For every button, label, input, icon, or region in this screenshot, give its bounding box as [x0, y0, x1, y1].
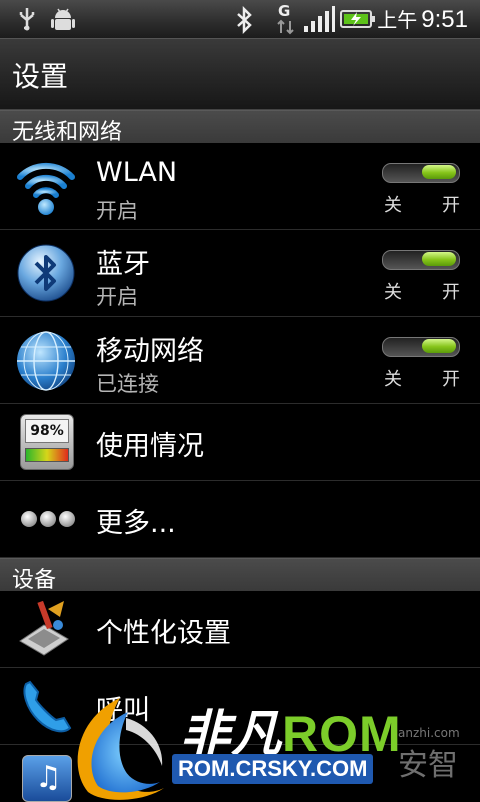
battery-charging-icon — [340, 10, 375, 28]
section-header-wireless: 无线和网络 — [0, 110, 480, 145]
watermark-partner-url: anzhi.com — [398, 726, 460, 740]
status-bar: G 上午 9:51 — [0, 0, 480, 39]
mobile-network-status: 已连接 — [96, 372, 159, 396]
status-time: 上午 9:51 — [377, 6, 468, 33]
settings-row-personalize[interactable]: 个性化设置 — [0, 591, 480, 668]
wifi-icon — [17, 162, 75, 215]
bluetooth-globe-icon — [17, 244, 75, 302]
globe-icon — [17, 331, 75, 391]
personalize-icon — [19, 600, 69, 656]
usage-label: 使用情况 — [96, 431, 204, 462]
toggle-knob-on — [422, 339, 456, 353]
title-bar: 设置 — [0, 39, 480, 110]
watermark-partner: 安智 — [398, 748, 458, 783]
settings-row-usage[interactable]: 98% 使用情况 — [0, 404, 480, 481]
wlan-label: WLAN — [96, 157, 178, 188]
usb-icon — [19, 8, 35, 31]
music-note-icon: ♫ — [22, 755, 72, 802]
mobile-network-toggle[interactable]: 关 开 — [382, 337, 462, 390]
settings-row-mobile-network[interactable]: 移动网络 已连接 关 开 — [0, 317, 480, 404]
settings-row-bluetooth[interactable]: 蓝牙 开启 关 开 — [0, 230, 480, 317]
bluetooth-status: 开启 — [96, 285, 138, 309]
personalize-label: 个性化设置 — [96, 618, 231, 649]
settings-row-more[interactable]: 更多... — [0, 481, 480, 558]
wlan-status: 开启 — [96, 199, 138, 223]
android-debug-icon — [51, 8, 75, 30]
mobile-network-label: 移动网络 — [96, 336, 204, 367]
bluetooth-icon — [237, 6, 252, 34]
section-header-device: 设备 — [0, 558, 480, 593]
watermark-overlay: 非凡ROM anzhi.com 安智 ROM.CRSKY.COM — [68, 688, 480, 800]
toggle-knob-on — [422, 165, 456, 179]
page-title: 设置 — [12, 60, 69, 93]
more-label: 更多... — [96, 508, 176, 539]
bluetooth-toggle[interactable]: 关 开 — [382, 250, 462, 303]
wlan-toggle[interactable]: 关 开 — [382, 163, 462, 216]
more-dots-icon — [21, 511, 75, 527]
settings-row-wlan[interactable]: WLAN 开启 关 开 — [0, 143, 480, 230]
crsky-logo-icon — [77, 698, 164, 800]
data-g-icon: G — [276, 2, 296, 36]
toggle-knob-on — [422, 252, 456, 266]
usage-meter-icon: 98% — [20, 414, 74, 470]
watermark-url: ROM.CRSKY.COM — [172, 754, 374, 784]
bluetooth-label: 蓝牙 — [96, 249, 150, 280]
signal-icon — [304, 6, 335, 32]
